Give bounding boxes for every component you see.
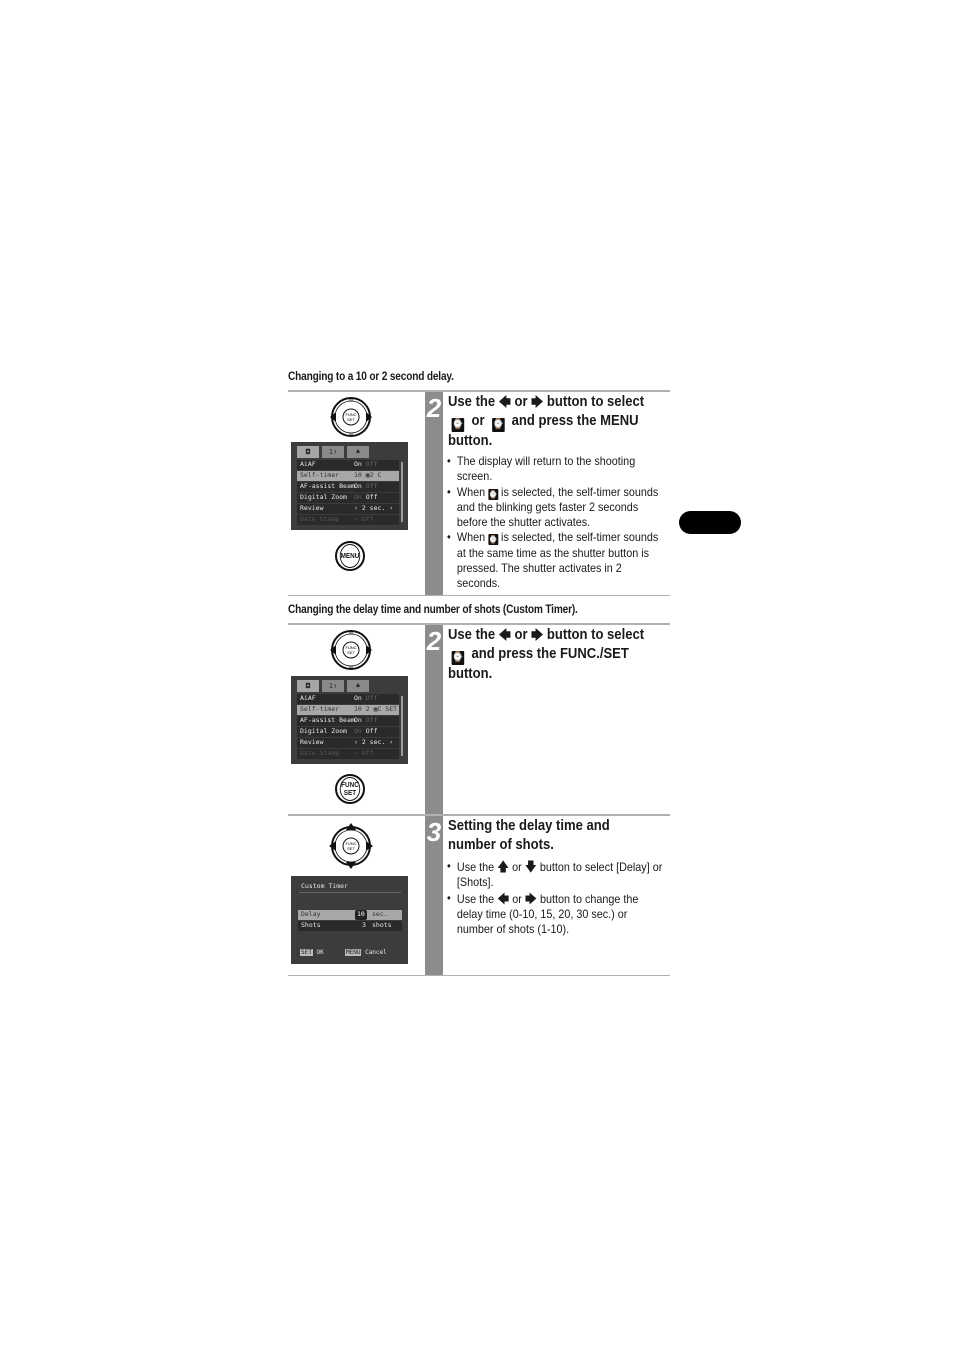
func-set-button-icon: FUNC SET <box>335 774 365 804</box>
lcd-scrollbar <box>401 462 403 522</box>
control-dial-four-way-icon: FUNC SET <box>329 823 373 869</box>
bullet-item: The display will return to the shooting … <box>447 454 663 485</box>
lcd-row: AF-assist Beam On Off <box>297 716 399 726</box>
custom-timer-lcd: Custom Timer Delay 10 sec. Shots 3 shots… <box>291 876 408 964</box>
camera-lcd-menu: ◘ 1↑ ♣ AiAF On Off Self-timer 10 2 ▣C SET … <box>291 676 408 764</box>
self-timer-2s-icon: ⌚ <box>488 534 499 546</box>
right-arrow-icon: 🡆 <box>531 627 544 642</box>
lcd-row: Review ‹ 2 sec. › <box>297 504 399 514</box>
svg-text:SET: SET <box>347 417 355 422</box>
lcd-row: AiAF On Off <box>297 460 399 470</box>
lcd-cancel-hint: MENU Cancel <box>345 949 387 956</box>
lcd-row: Digital Zoom On Off <box>297 493 399 503</box>
self-timer-10s-icon: ⌚ <box>451 417 465 432</box>
camera-icon: ◘ <box>297 680 319 692</box>
my-camera-icon: ♣ <box>347 680 369 692</box>
divider <box>288 623 670 625</box>
step-number: 3 <box>426 817 442 847</box>
section-title-custom-timer: Changing the delay time and number of sh… <box>288 604 578 616</box>
bullet-item: Use the 🡅 or 🡇 button to select [Delay] … <box>447 859 663 891</box>
self-timer-10s-icon: ⌚ <box>488 488 499 500</box>
left-arrow-icon: 🡄 <box>498 394 511 409</box>
right-arrow-icon: 🡆 <box>524 890 537 906</box>
chapter-tab <box>679 511 741 534</box>
lcd-divider <box>299 892 401 893</box>
step-heading: Setting the delay time and number of sho… <box>448 818 610 853</box>
custom-timer-icon: ⌚ <box>451 650 465 665</box>
camera-lcd-menu: ◘ 1↑ ♣ AiAF On Off Self-timer 10 ▣2 C AF-a… <box>291 442 408 530</box>
lcd-row-shots: Shots 3 shots <box>298 921 402 931</box>
step-heading: Use the 🡄 or 🡆 button to select ⌚ or ⌚ a… <box>448 394 645 449</box>
down-arrow-icon: 🡇 <box>524 859 537 874</box>
step-bullets: The display will return to the shooting … <box>447 454 663 592</box>
step-bullets: Use the 🡅 or 🡇 button to select [Delay] … <box>447 859 663 937</box>
lcd-row: Date Stamp ‹ Off <box>297 749 399 759</box>
step-heading: Use the 🡄 or 🡆 button to select ⌚ and pr… <box>448 627 645 682</box>
menu-button-icon: MENU <box>335 541 365 571</box>
my-camera-icon: ♣ <box>347 446 369 458</box>
bullet-item: When ⌚ is selected, the self-timer sound… <box>447 485 663 531</box>
control-dial-left-right-icon: FUNC SET <box>330 397 372 437</box>
section-title-delay: Changing to a 10 or 2 second delay. <box>288 371 454 383</box>
step-number: 2 <box>426 626 442 656</box>
lcd-row-selected: Self-timer 10 ▣2 C <box>297 471 399 481</box>
control-dial-left-right-icon: FUNC SET <box>330 630 372 670</box>
up-arrow-icon: 🡅 <box>497 859 510 874</box>
lcd-ok-hint: SET OK <box>300 949 324 956</box>
divider <box>288 390 670 392</box>
bullet-item: Use the 🡄 or 🡆 button to change the dela… <box>447 891 663 938</box>
divider <box>288 595 670 596</box>
lcd-row-delay: Delay 10 sec. <box>298 910 402 920</box>
lcd-scrollbar <box>401 696 403 756</box>
lcd-row-selected: Self-timer 10 2 ▣C SET <box>297 705 399 715</box>
setup-icon: 1↑ <box>322 680 344 692</box>
camera-icon: ◘ <box>297 446 319 458</box>
lcd-row: AF-assist Beam On Off <box>297 482 399 492</box>
self-timer-2s-icon: ⌚ <box>491 417 505 432</box>
lcd-row: Review ‹ 2 sec. › <box>297 738 399 748</box>
right-arrow-icon: 🡆 <box>531 394 544 409</box>
left-arrow-icon: 🡄 <box>498 627 511 642</box>
setup-icon: 1↑ <box>322 446 344 458</box>
svg-text:SET: SET <box>347 650 355 655</box>
lcd-row: AiAF On Off <box>297 694 399 704</box>
left-arrow-icon: 🡄 <box>497 890 510 906</box>
lcd-row: Date Stamp ‹ Off <box>297 515 399 525</box>
svg-text:SET: SET <box>347 846 355 851</box>
step-number: 2 <box>426 393 442 423</box>
lcd-row: Digital Zoom On Off <box>297 727 399 737</box>
bullet-item: When ⌚ is selected, the self-timer sound… <box>447 530 663 591</box>
lcd-title: Custom Timer <box>301 882 348 890</box>
divider <box>288 814 670 816</box>
divider <box>288 975 670 976</box>
